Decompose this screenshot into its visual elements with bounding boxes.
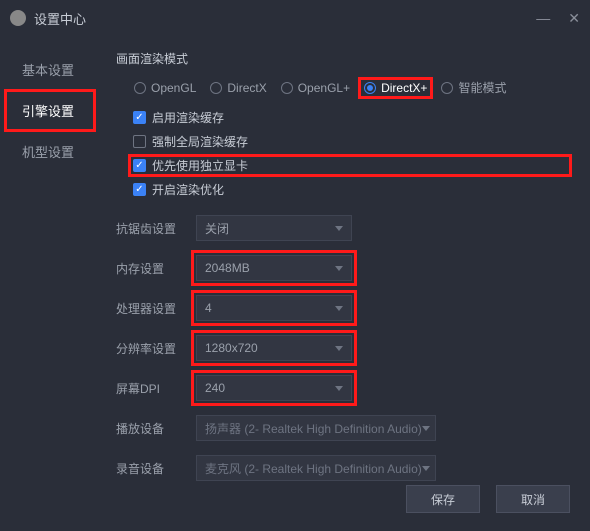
select-value: 240 <box>205 381 225 395</box>
select-value: 扬声器 (2- Realtek High Definition Audio) <box>205 420 422 437</box>
chevron-down-icon <box>335 306 343 311</box>
select-record[interactable]: 麦克风 (2- Realtek High Definition Audio) <box>196 455 436 481</box>
radio-label: DirectX+ <box>381 81 427 95</box>
check-row-1[interactable]: 强制全局渲染缓存 <box>130 132 570 151</box>
chevron-down-icon <box>422 426 430 431</box>
select-playback[interactable]: 扬声器 (2- Realtek High Definition Audio) <box>196 415 436 441</box>
render-option-directx[interactable]: DirectX <box>206 79 270 97</box>
field-label-record: 录音设备 <box>116 460 180 477</box>
app-icon <box>10 10 26 26</box>
checkbox-icon: ✓ <box>133 159 146 172</box>
field-playback: 播放设备 扬声器 (2- Realtek High Definition Audi… <box>116 415 570 441</box>
render-mode-label: 画面渲染模式 <box>116 50 570 67</box>
radio-label: 智能模式 <box>458 79 506 96</box>
render-mode-options: OpenGL DirectX OpenGL+ DirectX+ 智能模式 <box>116 77 570 98</box>
select-value: 1280x720 <box>205 341 258 355</box>
window-title: 设置中心 <box>34 9 536 28</box>
save-button[interactable]: 保存 <box>406 485 480 513</box>
radio-icon <box>281 82 293 94</box>
radio-icon <box>210 82 222 94</box>
select-value: 2048MB <box>205 261 250 275</box>
field-label-memory: 内存设置 <box>116 260 180 277</box>
titlebar: 设置中心 — ✕ <box>0 0 590 36</box>
checkbox-icon: ✓ <box>133 183 146 196</box>
check-label: 优先使用独立显卡 <box>152 157 248 174</box>
radio-label: OpenGL <box>151 81 196 95</box>
field-res: 分辨率设置 1280x720 <box>116 335 570 361</box>
select-value: 4 <box>205 301 212 315</box>
select-res[interactable]: 1280x720 <box>196 335 352 361</box>
select-dpi[interactable]: 240 <box>196 375 352 401</box>
field-dpi: 屏幕DPI 240 <box>116 375 570 401</box>
field-cpu: 处理器设置 4 <box>116 295 570 321</box>
chevron-down-icon <box>422 466 430 471</box>
field-memory: 内存设置 2048MB <box>116 255 570 281</box>
check-label: 强制全局渲染缓存 <box>152 133 248 150</box>
chevron-down-icon <box>335 386 343 391</box>
chevron-down-icon <box>335 266 343 271</box>
render-option-directx-plus[interactable]: DirectX+ <box>360 79 431 97</box>
radio-icon <box>134 82 146 94</box>
render-option-智能模式[interactable]: 智能模式 <box>437 77 510 98</box>
check-row-2[interactable]: ✓ 优先使用独立显卡 <box>130 156 570 175</box>
sidebar-item-0[interactable]: 基本设置 <box>6 50 94 89</box>
select-memory[interactable]: 2048MB <box>196 255 352 281</box>
field-aa: 抗锯齿设置 关闭 <box>116 215 570 241</box>
checkbox-icon <box>133 135 146 148</box>
select-value: 麦克风 (2- Realtek High Definition Audio) <box>205 460 422 477</box>
main-panel: 画面渲染模式 OpenGLDirectXOpenGL+DirectX+智能模式 … <box>100 36 590 531</box>
check-label: 开启渲染优化 <box>152 181 224 198</box>
checkbox-icon: ✓ <box>133 111 146 124</box>
window-controls: — ✕ <box>536 10 580 27</box>
render-option-opengl-plus[interactable]: OpenGL+ <box>277 79 354 97</box>
render-option-opengl[interactable]: OpenGL <box>130 79 200 97</box>
radio-icon <box>364 82 376 94</box>
radio-icon <box>441 82 453 94</box>
sidebar: 基本设置引擎设置机型设置 <box>0 36 100 531</box>
sidebar-item-2[interactable]: 机型设置 <box>6 132 94 171</box>
field-label-res: 分辨率设置 <box>116 340 180 357</box>
check-row-3[interactable]: ✓ 开启渲染优化 <box>130 180 570 199</box>
minimize-button[interactable]: — <box>536 10 550 27</box>
check-label: 启用渲染缓存 <box>152 109 224 126</box>
check-row-0[interactable]: ✓ 启用渲染缓存 <box>130 108 570 127</box>
radio-label: DirectX <box>227 81 266 95</box>
field-label-aa: 抗锯齿设置 <box>116 220 180 237</box>
select-cpu[interactable]: 4 <box>196 295 352 321</box>
chevron-down-icon <box>335 226 343 231</box>
footer-buttons: 保存 取消 <box>406 485 570 513</box>
sidebar-item-1[interactable]: 引擎设置 <box>6 91 94 130</box>
cancel-button[interactable]: 取消 <box>496 485 570 513</box>
select-aa[interactable]: 关闭 <box>196 215 352 241</box>
radio-label: OpenGL+ <box>298 81 350 95</box>
field-label-cpu: 处理器设置 <box>116 300 180 317</box>
select-value: 关闭 <box>205 220 229 237</box>
chevron-down-icon <box>335 346 343 351</box>
field-label-dpi: 屏幕DPI <box>116 380 180 397</box>
close-button[interactable]: ✕ <box>568 10 580 27</box>
field-record: 录音设备 麦克风 (2- Realtek High Definition Audi… <box>116 455 570 481</box>
render-checkboxes: ✓ 启用渲染缓存强制全局渲染缓存 ✓ 优先使用独立显卡 ✓ 开启渲染优化 <box>116 108 570 199</box>
field-label-playback: 播放设备 <box>116 420 180 437</box>
